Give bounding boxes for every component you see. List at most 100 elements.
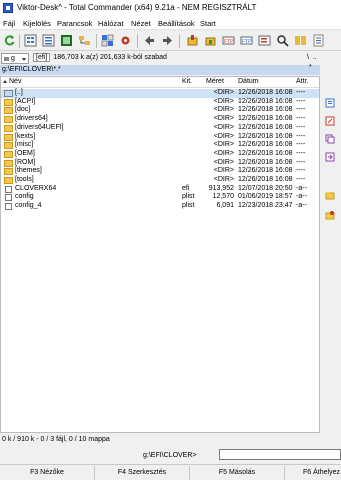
menu-network[interactable]: Hálózat xyxy=(98,19,123,28)
f4-edit-button[interactable]: F4 Szerkesztés xyxy=(95,466,190,480)
ftp-new-connection-icon[interactable]: FTP xyxy=(240,34,253,47)
file-icon xyxy=(5,185,12,193)
copy-icon[interactable] xyxy=(325,134,335,144)
file-size: <DIR> xyxy=(213,115,234,123)
f6-move-button[interactable]: F6 Áthelyez xyxy=(285,466,341,480)
drive-selector[interactable]: g xyxy=(1,53,29,64)
folder-row[interactable]: [kexts] <DIR> 12/26/2018 16:08 ---- xyxy=(1,133,319,142)
folder-icon xyxy=(4,159,13,167)
history-star-button[interactable]: * xyxy=(309,64,312,71)
folder-row[interactable]: [drivers64UEFI] <DIR> 12/26/2018 16:08 ---- xyxy=(1,124,319,133)
thumbnail-view-icon[interactable] xyxy=(60,34,73,47)
sync-dirs-icon[interactable] xyxy=(294,34,307,47)
file-attr: ---- xyxy=(296,176,306,183)
column-ext[interactable]: Kit. xyxy=(182,78,192,85)
drive-letter: g xyxy=(11,55,15,62)
column-size[interactable]: Méret xyxy=(206,78,224,85)
file-size: <DIR> xyxy=(213,141,234,149)
menu-settings[interactable]: Beállítások xyxy=(158,19,195,28)
file-name: [kexts] xyxy=(15,132,36,140)
menu-file[interactable]: Fájl xyxy=(3,19,15,28)
file-size: 6,091 xyxy=(216,202,234,210)
search-files-icon[interactable] xyxy=(276,34,289,47)
column-name[interactable]: Név xyxy=(9,78,21,85)
file-name: [misc] xyxy=(15,141,34,149)
folder-row[interactable]: [ACPI] <DIR> 12/26/2018 16:08 ---- xyxy=(1,98,319,107)
back-arrow-icon[interactable] xyxy=(143,34,156,47)
root-parent-buttons[interactable]: \ .. xyxy=(307,54,317,61)
file-date: 12/26/2018 16:08 xyxy=(238,132,293,140)
file-attr: ---- xyxy=(296,97,306,105)
file-name: [..] xyxy=(15,89,23,96)
status-bar-text: 0 k / 910 k - 0 / 3 fájl, 0 / 10 mappa xyxy=(2,436,110,443)
file-ext: plist xyxy=(182,202,195,210)
menu-select[interactable]: Kijelölés xyxy=(23,19,51,28)
edit-icon[interactable] xyxy=(325,116,335,126)
multi-rename-icon[interactable] xyxy=(258,34,271,47)
forward-arrow-icon[interactable] xyxy=(161,34,174,47)
current-path-bar[interactable]: g:\EFI\CLOVER\*.* xyxy=(0,65,320,75)
function-key-bar: F3 Nézőke F4 Szerkesztés F5 Másolás F6 Á… xyxy=(0,464,341,480)
file-date: 12/26/2018 16:08 xyxy=(238,89,293,96)
invert-selection-icon[interactable] xyxy=(101,34,114,47)
file-row[interactable]: config plist 12,570 01/06/2019 18:57 -a-- xyxy=(1,193,319,202)
file-attr: ---- xyxy=(296,149,306,157)
f3-view-button[interactable]: F3 Nézőke xyxy=(0,466,95,480)
column-attr[interactable]: Attr. xyxy=(296,78,308,85)
file-panel[interactable]: Név Kit. Méret Dátum Attr. [..] <DIR> 12/2… xyxy=(0,76,320,433)
folder-row[interactable]: [drivers64] <DIR> 12/26/2018 16:08 ---- xyxy=(1,115,319,124)
current-path: g:\EFI\CLOVER\*.* xyxy=(2,66,61,73)
file-size: <DIR> xyxy=(213,176,234,183)
folder-row[interactable]: [misc] <DIR> 12/26/2018 16:08 ---- xyxy=(1,141,319,150)
f5-copy-button[interactable]: F5 Másolás xyxy=(190,466,285,480)
tree-view-icon[interactable] xyxy=(78,34,91,47)
ftp-connect-icon[interactable]: FTP xyxy=(222,34,235,47)
folder-icon xyxy=(4,98,13,106)
delete-icon[interactable] xyxy=(325,210,335,220)
command-line-input[interactable] xyxy=(219,449,341,460)
file-date: 12/26/2018 16:08 xyxy=(238,176,293,183)
file-size: <DIR> xyxy=(213,89,234,96)
archive-icon[interactable] xyxy=(119,34,132,47)
file-name: config_4 xyxy=(15,202,42,210)
folder-row[interactable]: [themes] <DIR> 12/26/2018 16:08 ---- xyxy=(1,167,319,176)
folder-row[interactable]: [doc] <DIR> 12/26/2018 16:08 ---- xyxy=(1,106,319,115)
notepad-icon[interactable] xyxy=(312,34,325,47)
file-row[interactable]: config_4 plist 6,091 12/23/2018 23:47 -a-- xyxy=(1,202,319,211)
unpack-files-icon[interactable] xyxy=(204,34,217,47)
folder-icon xyxy=(4,168,13,176)
pack-files-icon[interactable] xyxy=(186,34,199,47)
full-view-icon[interactable] xyxy=(42,34,55,47)
drive-bar: g [efi] 186,703 k a(z) 201,633 k-ból szab… xyxy=(0,52,341,65)
view-icon[interactable] xyxy=(325,98,335,108)
file-date: 12/26/2018 16:08 xyxy=(238,106,293,114)
new-folder-icon[interactable] xyxy=(325,190,335,200)
app-icon xyxy=(3,3,13,13)
menu-start[interactable]: Start xyxy=(200,19,216,28)
column-date[interactable]: Dátum xyxy=(238,78,259,85)
menu-commands[interactable]: Parancsok xyxy=(57,19,92,28)
file-name: [drivers64] xyxy=(15,115,48,123)
file-attr: -a-- xyxy=(296,193,307,201)
file-attr: ---- xyxy=(296,158,306,166)
file-name: [OEM] xyxy=(15,149,35,157)
file-date: 12/26/2018 16:08 xyxy=(238,97,293,105)
toolbar: FTP FTP xyxy=(0,31,341,51)
parent-dir-row[interactable]: [..] <DIR> 12/26/2018 16:08 ---- xyxy=(1,89,319,98)
file-name: [ROM] xyxy=(15,158,36,166)
move-icon[interactable] xyxy=(325,152,335,162)
brief-view-icon[interactable] xyxy=(24,34,37,47)
menu-view[interactable]: Nézet xyxy=(131,19,151,28)
file-date: 12/23/2018 23:47 xyxy=(238,202,293,210)
file-name: CLOVERX64 xyxy=(15,184,57,192)
title-bar: Viktor-Desk^ - Total Commander (x64) 9.2… xyxy=(0,0,341,16)
folder-row[interactable]: [tools] <DIR> 12/26/2018 16:08 ---- xyxy=(1,176,319,185)
file-size: <DIR> xyxy=(213,158,234,166)
chevron-down-icon xyxy=(22,58,26,61)
file-attr: ---- xyxy=(296,89,306,96)
file-row[interactable]: CLOVERX64 efi 913,952 12/07/2018 20:50 -a-- xyxy=(1,185,319,194)
refresh-icon[interactable] xyxy=(3,34,16,47)
folder-row[interactable]: [ROM] <DIR> 12/26/2018 16:08 ---- xyxy=(1,159,319,168)
folder-row[interactable]: [OEM] <DIR> 12/26/2018 16:08 ---- xyxy=(1,150,319,159)
file-name: config xyxy=(15,193,34,201)
